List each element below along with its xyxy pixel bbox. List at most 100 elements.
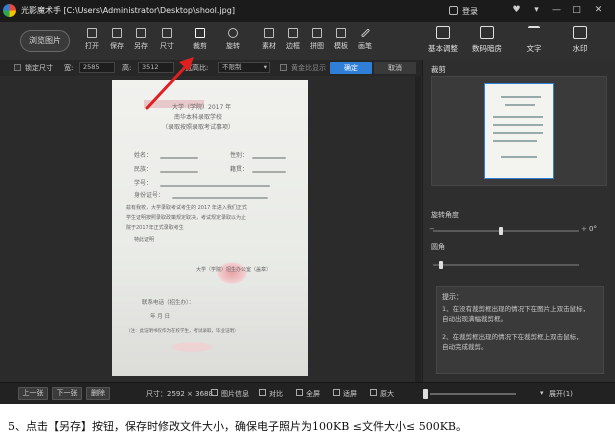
minimize-button[interactable]: — bbox=[548, 3, 565, 18]
preview-line bbox=[505, 104, 535, 106]
brush-button[interactable]: 画笔 bbox=[353, 26, 377, 56]
tips-title: 提示： bbox=[442, 293, 463, 301]
rotate-label: 旋转 bbox=[226, 42, 240, 50]
tips-line-1b: 自动出现满幅裁剪框。 bbox=[442, 315, 507, 323]
border-button[interactable]: 边框 bbox=[281, 26, 305, 56]
doc-heading-3: （录取按照录取考试事项） bbox=[162, 124, 235, 131]
width-input[interactable]: 2585 bbox=[79, 62, 115, 73]
open-label: 打开 bbox=[85, 42, 99, 50]
doc-field-origin: 籍贯： bbox=[230, 166, 249, 173]
crop-icon bbox=[195, 28, 205, 38]
favorite-icon[interactable]: ♥ bbox=[508, 3, 525, 18]
corner-slider[interactable] bbox=[433, 264, 579, 266]
doc-line bbox=[252, 171, 286, 173]
delete-button[interactable]: 删除 bbox=[86, 387, 110, 400]
doc-signature: 大学（学院）招生办公室（盖章） bbox=[196, 267, 272, 273]
vertical-scrollbar[interactable] bbox=[415, 76, 421, 382]
brush-label: 画笔 bbox=[358, 42, 372, 50]
image-size-readout: 尺寸：2592 × 3688 bbox=[146, 390, 213, 398]
preview-line bbox=[493, 140, 537, 142]
doc-line bbox=[252, 157, 286, 159]
prev-image-button[interactable]: 上一张 bbox=[18, 387, 48, 400]
document-photo[interactable]: 大学（学院）2017 年 南华本科录取学校 （录取按照录取考试事项） 姓名： 性… bbox=[112, 80, 308, 376]
ratio-label: 宽高比: bbox=[185, 64, 209, 72]
login-button[interactable]: 登录 bbox=[462, 6, 478, 17]
image-info-button[interactable]: 图片信息 bbox=[221, 389, 249, 399]
doc-field-id: 学号： bbox=[134, 180, 153, 187]
doc-note: （注：此证明书仅作为在校学生，考试录取，毕业证明） bbox=[126, 329, 239, 334]
ratio-select[interactable]: 不限制 ▾ bbox=[218, 62, 270, 73]
save-as-icon bbox=[136, 28, 146, 38]
maximize-button[interactable]: □ bbox=[568, 3, 585, 18]
tab-basic-adjust[interactable]: 基本调整 bbox=[423, 24, 463, 58]
save-button[interactable]: 保存 bbox=[105, 26, 129, 56]
crop-label: 裁剪 bbox=[193, 42, 207, 50]
tab-watermark[interactable]: 水印 bbox=[560, 24, 600, 58]
preview-line bbox=[493, 124, 543, 126]
open-button[interactable]: 打开 bbox=[80, 26, 104, 56]
user-icon[interactable] bbox=[449, 6, 458, 15]
tab-text-label: 文字 bbox=[526, 44, 542, 53]
compare-button[interactable]: 对比 bbox=[269, 389, 283, 399]
show-grid-checkbox[interactable] bbox=[280, 64, 287, 71]
zoom-slider[interactable] bbox=[430, 393, 516, 395]
doc-body-4: 特此证明 bbox=[134, 237, 155, 243]
preview-thumbnail bbox=[484, 83, 554, 179]
tips-line-1a: 1、在没有裁剪框出现的情况下在图片上双击鼠标， bbox=[442, 305, 590, 313]
rotate-slider-thumb[interactable] bbox=[499, 227, 503, 235]
brush-icon bbox=[360, 28, 370, 38]
tab-darkroom[interactable]: 数码暗房 bbox=[467, 24, 507, 58]
border-label: 边框 bbox=[286, 42, 300, 50]
rotate-slider[interactable] bbox=[433, 230, 579, 232]
preview-line bbox=[493, 116, 543, 118]
ratio-value: 不限制 bbox=[222, 63, 242, 71]
doc-heading-1: 大学（学院）2017 年 bbox=[172, 104, 232, 111]
original-size-button[interactable]: 原大 bbox=[380, 389, 394, 399]
redacted-stamp-2 bbox=[172, 342, 212, 352]
doc-body-3: 院于2017年正式录取考生 bbox=[126, 225, 184, 231]
doc-line bbox=[160, 171, 198, 173]
preview-line bbox=[493, 132, 543, 134]
tips-line-2b: 自动完成裁剪。 bbox=[442, 343, 488, 351]
watermark-icon bbox=[573, 26, 587, 39]
template-button[interactable]: 模板 bbox=[329, 26, 353, 56]
fullscreen-button[interactable]: 全屏 bbox=[306, 389, 320, 399]
cancel-button[interactable]: 取消 bbox=[374, 62, 416, 74]
next-image-button[interactable]: 下一张 bbox=[52, 387, 82, 400]
tab-basic-adjust-label: 基本调整 bbox=[428, 44, 458, 53]
preview-line bbox=[501, 96, 541, 98]
doc-body-1: 兹有我校，大学录取考试考生的 2017 年进入我们正式 bbox=[126, 205, 247, 211]
crop-preview[interactable] bbox=[431, 76, 607, 186]
browse-images-button[interactable]: 浏览图片 bbox=[20, 30, 70, 52]
rotate-button[interactable]: 旋转 bbox=[221, 26, 245, 56]
window-title: 光影魔术手 [C:\Users\Administrator\Desktop\sh… bbox=[21, 6, 235, 15]
rotate-angle-label: 旋转角度 bbox=[431, 211, 459, 219]
confirm-button[interactable]: 确定 bbox=[330, 62, 372, 74]
corner-slider-thumb[interactable] bbox=[439, 261, 443, 269]
zoom-slider-thumb[interactable] bbox=[423, 389, 428, 399]
doc-line bbox=[160, 185, 270, 187]
material-button[interactable]: 素材 bbox=[257, 26, 281, 56]
fit-screen-button[interactable]: 适屏 bbox=[343, 389, 357, 399]
template-icon bbox=[336, 28, 346, 38]
show-grid-label: 黄金比显示 bbox=[291, 64, 326, 72]
save-as-button[interactable]: 另存 bbox=[129, 26, 153, 56]
tab-text[interactable]: 文字 bbox=[514, 24, 554, 58]
crop-button[interactable]: 裁剪 bbox=[188, 26, 212, 56]
height-input[interactable]: 3512 bbox=[138, 62, 174, 73]
menu-chevron-icon[interactable]: ▾ bbox=[528, 3, 545, 18]
collage-button[interactable]: 拼图 bbox=[305, 26, 329, 56]
close-button[interactable]: ✕ bbox=[590, 3, 607, 18]
template-label: 模板 bbox=[334, 42, 348, 50]
status-bar: 上一张 下一张 删除 尺寸：2592 × 3688 图片信息 对比 全屏 适屏 … bbox=[0, 382, 615, 404]
image-canvas[interactable]: 大学（学院）2017 年 南华本科录取学校 （录取按照录取考试事项） 姓名： 性… bbox=[0, 76, 422, 382]
expand-button[interactable]: 展开(1) bbox=[549, 389, 573, 399]
rotate-plus-icon[interactable]: + bbox=[581, 225, 587, 233]
material-label: 素材 bbox=[262, 42, 276, 50]
resize-button[interactable]: 尺寸 bbox=[155, 26, 179, 56]
lock-size-checkbox[interactable] bbox=[14, 64, 21, 71]
doc-line bbox=[160, 157, 198, 159]
doc-field-name: 姓名： bbox=[134, 152, 153, 159]
save-as-label: 另存 bbox=[134, 42, 148, 50]
material-icon bbox=[264, 28, 274, 38]
